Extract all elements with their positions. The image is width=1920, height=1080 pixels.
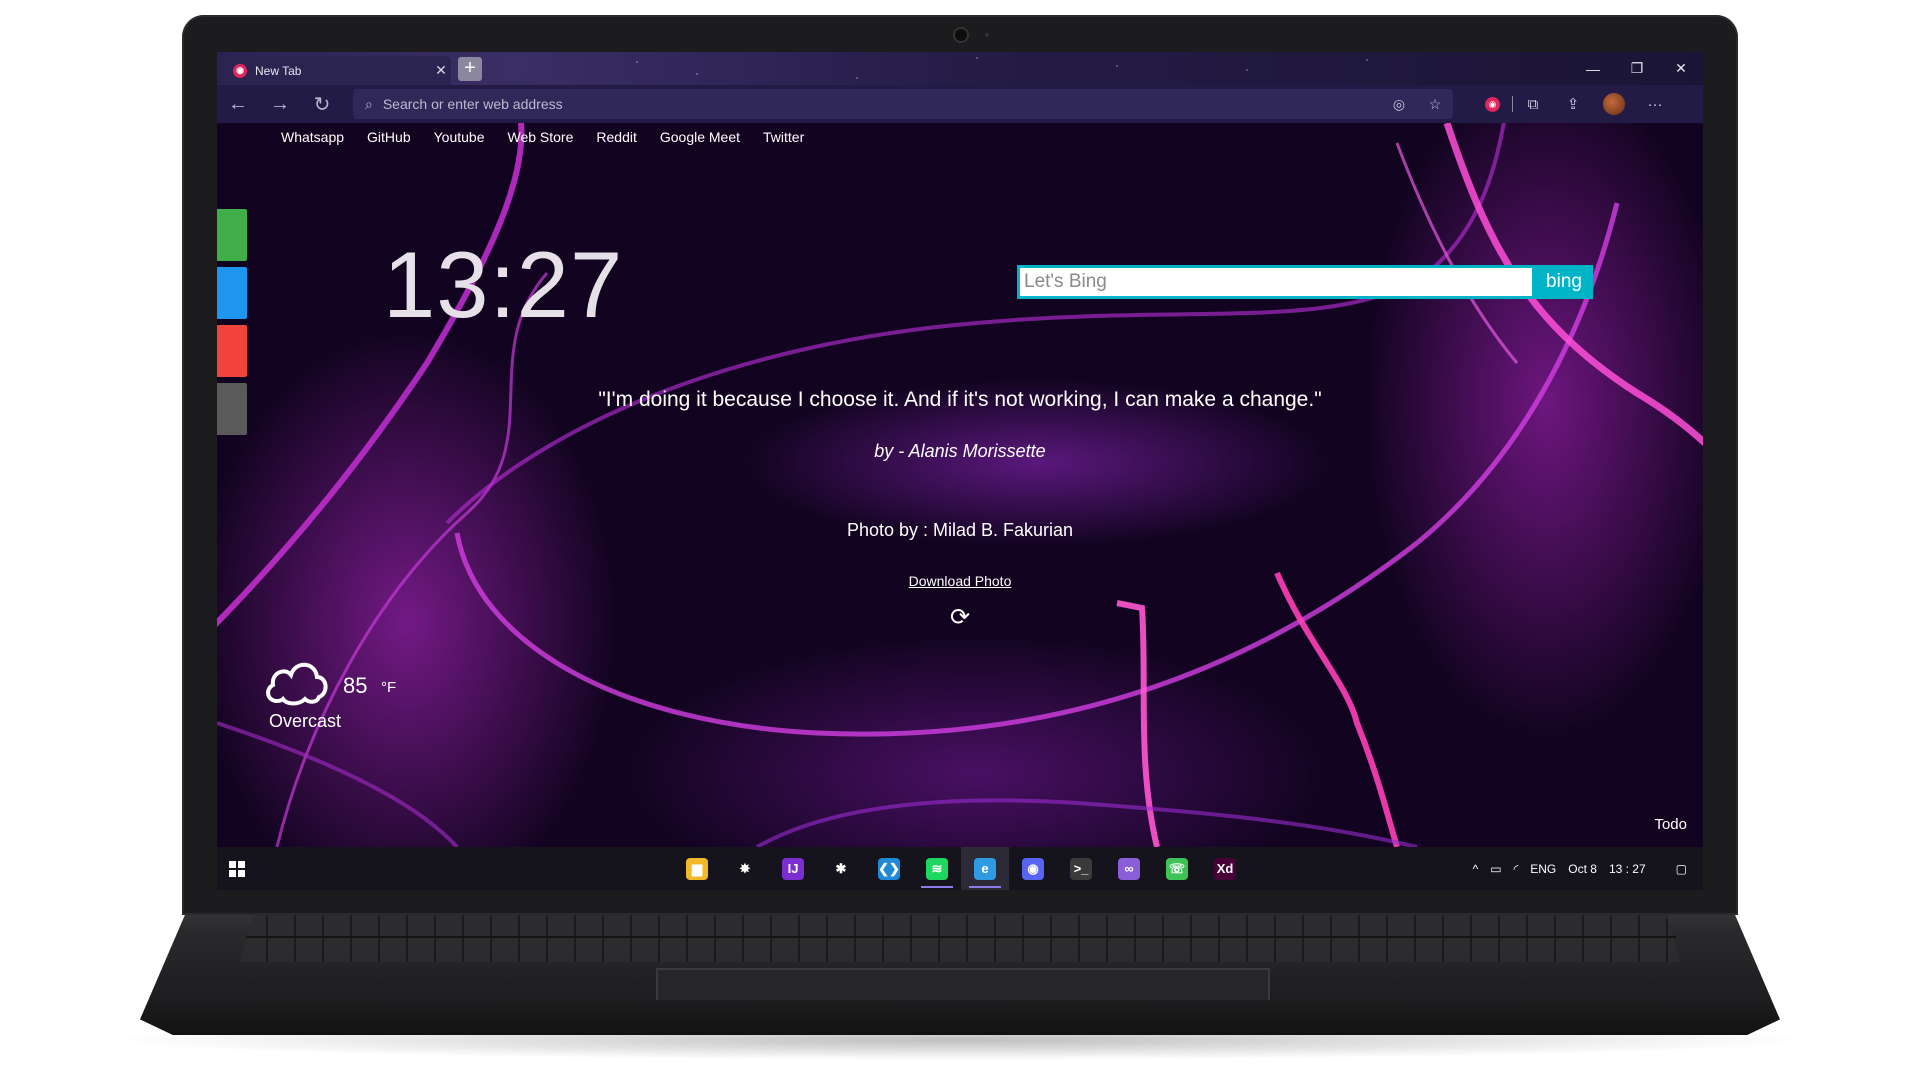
bing-search-button[interactable]: bing: [1535, 265, 1593, 299]
battery-icon[interactable]: ▭: [1490, 862, 1501, 876]
visual-studio-icon: ∞: [1118, 857, 1140, 880]
vscode-icon: ❮❯: [878, 857, 900, 880]
tray-date[interactable]: Oct 8: [1568, 862, 1597, 876]
weather-unit: °F: [381, 679, 397, 696]
jetbrains-icon: IJ: [782, 857, 804, 880]
refresh-photo-button[interactable]: ⟳: [950, 604, 970, 631]
side-tile-red[interactable]: [217, 325, 247, 377]
taskbar-app-spider-app[interactable]: ✸: [721, 847, 769, 890]
refresh-photo-icon: ⟳: [217, 603, 1703, 632]
side-tile-blue[interactable]: [217, 267, 247, 319]
collections-icon[interactable]: ⧉: [1513, 96, 1553, 113]
weather-condition: Overcast: [269, 711, 342, 731]
search-icon: ⌕: [365, 95, 373, 112]
tab-favicon-icon: ◉: [233, 63, 247, 78]
favorite-star-icon[interactable]: ☆: [1417, 96, 1453, 113]
bookmark-twitter[interactable]: Twitter: [763, 129, 804, 145]
tab-title: New Tab: [255, 63, 302, 78]
share-icon[interactable]: ⇪: [1553, 95, 1593, 113]
jmeter-icon: ✱: [830, 857, 852, 880]
taskbar-app-file-explorer[interactable]: ▆: [673, 847, 721, 890]
taskbar-app-spotify[interactable]: ≋: [913, 847, 961, 890]
taskbar-app-jetbrains[interactable]: IJ: [769, 847, 817, 890]
taskbar-app-terminal[interactable]: >_: [1057, 847, 1105, 890]
tab-close-icon[interactable]: ✕: [431, 62, 451, 79]
tracking-prevention-icon[interactable]: ◎: [1381, 96, 1417, 113]
clock: 13:27: [383, 232, 624, 337]
taskbar-app-edge[interactable]: e: [961, 847, 1009, 890]
bookmark-whatsapp[interactable]: Whatsapp: [281, 129, 344, 145]
terminal-icon: >_: [1070, 857, 1092, 880]
language-indicator[interactable]: ENG: [1530, 862, 1556, 876]
maximize-button[interactable]: ❐: [1615, 52, 1659, 85]
bookmark-google-meet[interactable]: Google Meet: [660, 129, 740, 145]
whatsapp-icon: ☏: [1166, 857, 1188, 880]
bookmarks-bar: Whatsapp GitHub Youtube Web Store Reddit…: [281, 129, 804, 145]
bookmark-reddit[interactable]: Reddit: [596, 129, 636, 145]
weather-temperature: 85: [343, 673, 368, 698]
download-photo-link: Download Photo: [217, 573, 1703, 589]
window-controls: — ❐ ✕: [1571, 52, 1703, 85]
close-button[interactable]: ✕: [1659, 52, 1703, 85]
browser-toolbar: ← → ↻ ⌕ Search or enter web address ◎ ☆ …: [217, 85, 1703, 123]
adobe-xd-icon: Xd: [1214, 857, 1236, 880]
bing-search-input[interactable]: Let's Bing: [1017, 265, 1535, 299]
forward-button[interactable]: →: [259, 85, 301, 123]
address-placeholder: Search or enter web address: [382, 96, 563, 112]
taskbar-app-discord[interactable]: ◉: [1009, 847, 1057, 890]
quote-author: by - Alanis Morissette: [874, 441, 1046, 461]
taskbar-app-visual-studio[interactable]: ∞: [1105, 847, 1153, 890]
taskbar: ▆ ✸ IJ ✱ ❮❯ ≋ e ◉ >_ ∞ ☏ Xd ^ ▭ ◜ ENG Oct 8 13 : 27…: [217, 847, 1703, 890]
todo-button[interactable]: Todo: [1654, 816, 1687, 833]
minimize-button[interactable]: —: [1571, 52, 1615, 85]
refresh-button[interactable]: ↻: [301, 85, 343, 123]
laptop-screen: ◉ New Tab ✕ + — ❐ ✕ ← → ↻ ⌕ Search or en…: [217, 52, 1703, 890]
edge-icon: e: [974, 857, 996, 880]
bookmark-youtube[interactable]: Youtube: [434, 129, 485, 145]
taskbar-app-vscode[interactable]: ❮❯: [865, 847, 913, 890]
taskbar-app-adobe-xd[interactable]: Xd: [1201, 847, 1249, 890]
windows-start-icon[interactable]: [229, 861, 245, 877]
extension-icon[interactable]: ◉: [1485, 96, 1500, 112]
taskbar-app-whatsapp[interactable]: ☏: [1153, 847, 1201, 890]
taskbar-apps: ▆ ✸ IJ ✱ ❮❯ ≋ e ◉ >_ ∞ ☏ Xd: [673, 847, 1249, 890]
toolbar-right: ◉ ⧉ ⇪ ···: [1473, 85, 1675, 123]
side-tile-green[interactable]: [217, 209, 247, 261]
bookmark-web-store[interactable]: Web Store: [508, 129, 574, 145]
new-tab-button[interactable]: +: [458, 57, 482, 81]
spotify-icon: ≋: [926, 857, 948, 880]
tray-time[interactable]: 13 : 27: [1609, 862, 1646, 876]
browser-titlebar: ◉ New Tab ✕ + — ❐ ✕: [217, 52, 1703, 85]
taskbar-app-jmeter[interactable]: ✱: [817, 847, 865, 890]
back-button[interactable]: ←: [217, 85, 259, 123]
webcam: [953, 27, 969, 43]
profile-avatar[interactable]: [1603, 93, 1625, 115]
quote-text: "I'm doing it because I choose it. And i…: [598, 388, 1322, 411]
photo-credit: Photo by : Milad B. Fakurian: [846, 520, 1074, 540]
bookmark-github[interactable]: GitHub: [367, 129, 411, 145]
spider-app-icon: ✸: [734, 857, 756, 880]
trackpad: [656, 968, 1270, 1000]
file-explorer-icon: ▆: [686, 857, 708, 880]
notifications-icon[interactable]: ▢: [1676, 862, 1687, 876]
tab-new-tab[interactable]: ◉ New Tab ✕: [223, 56, 451, 85]
new-tab-page: Whatsapp GitHub Youtube Web Store Reddit…: [217, 123, 1703, 847]
download-photo-label[interactable]: Download Photo: [909, 573, 1012, 589]
keyboard-row-divider: [246, 936, 1676, 938]
system-tray: ^ ▭ ◜ ENG Oct 8 13 : 27 ▢: [1473, 847, 1703, 890]
webcam-indicator: [985, 33, 989, 37]
discord-icon: ◉: [1022, 857, 1044, 880]
address-bar[interactable]: ⌕ Search or enter web address ◎ ☆: [353, 89, 1453, 119]
tray-chevron-icon[interactable]: ^: [1473, 862, 1479, 876]
more-menu-icon[interactable]: ···: [1635, 96, 1675, 113]
wifi-icon[interactable]: ◜: [1514, 862, 1519, 876]
cloud-icon: [266, 662, 328, 706]
